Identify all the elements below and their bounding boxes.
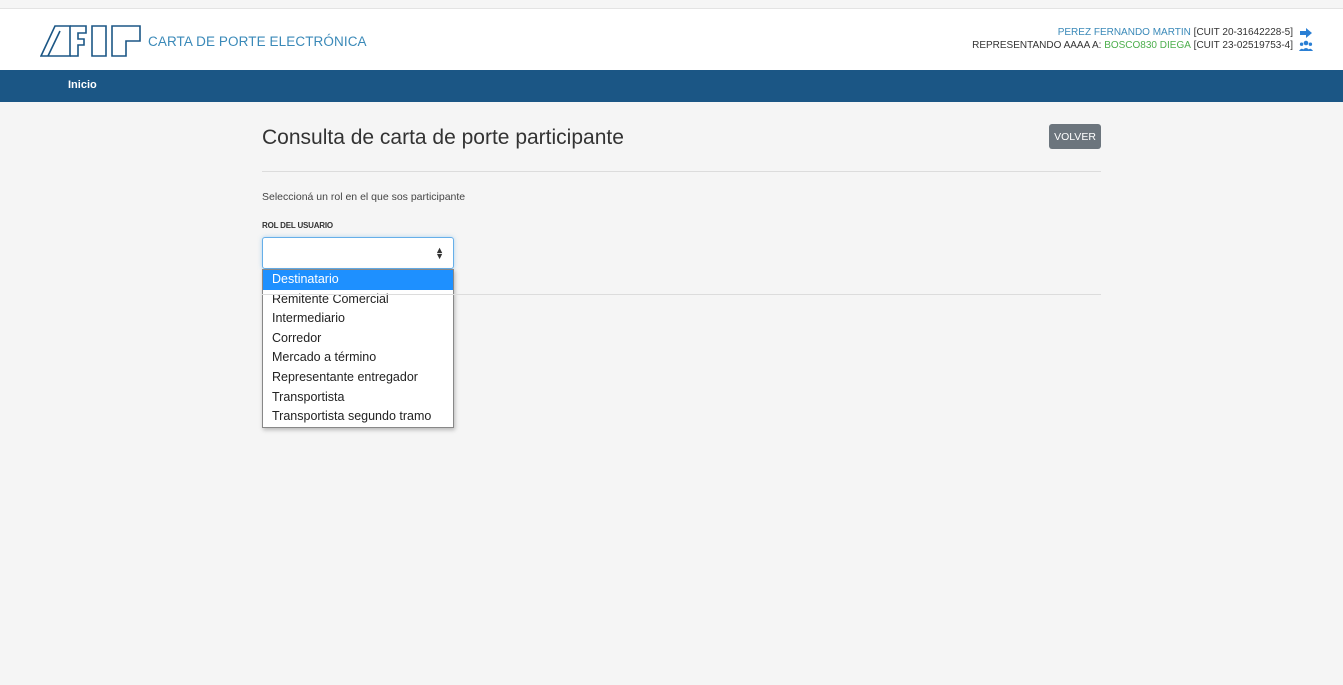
- afip-logo[interactable]: [40, 25, 144, 57]
- role-option-destinatario[interactable]: Destinatario: [263, 270, 453, 290]
- role-option-transportista[interactable]: Transportista: [263, 388, 453, 408]
- main-navbar: Inicio: [0, 70, 1343, 102]
- divider: [262, 294, 1101, 295]
- role-option-remitente-comercial[interactable]: Remitente Comercial: [263, 290, 453, 310]
- users-icon[interactable]: [1299, 40, 1313, 52]
- logout-icon[interactable]: [1299, 27, 1313, 39]
- role-dropdown-list: Destinatario Remitente Comercial Interme…: [262, 269, 454, 428]
- role-option-representante-entregador[interactable]: Representante entregador: [263, 368, 453, 388]
- back-button[interactable]: VOLVER: [1049, 124, 1101, 149]
- app-header: CARTA DE PORTE ELECTRÓNICA PEREZ FERNAND…: [0, 8, 1343, 78]
- role-field-label: ROL DEL USUARIO: [262, 221, 333, 230]
- role-option-corredor[interactable]: Corredor: [263, 329, 453, 349]
- role-option-transportista-segundo-tramo[interactable]: Transportista segundo tramo: [263, 407, 453, 427]
- user-cuit: [CUIT 20-31642228-5]: [1193, 27, 1293, 38]
- nav-home-link[interactable]: Inicio: [68, 79, 97, 91]
- user-info: PEREZ FERNANDO MARTIN [CUIT 20-31642228-…: [972, 26, 1313, 52]
- role-select[interactable]: ▲ ▼: [262, 237, 454, 269]
- represent-prefix: REPRESENTANDO AAAA A:: [972, 40, 1102, 51]
- represented-name: BOSCO830 DIEGA: [1104, 40, 1191, 51]
- role-option-mercado-a-termino[interactable]: Mercado a término: [263, 348, 453, 368]
- app-title: CARTA DE PORTE ELECTRÓNICA: [148, 34, 367, 49]
- user-name: PEREZ FERNANDO MARTIN: [1057, 27, 1191, 38]
- divider: [262, 171, 1101, 172]
- page-title: Consulta de carta de porte participante: [262, 126, 624, 149]
- role-option-intermediario[interactable]: Intermediario: [263, 309, 453, 329]
- select-arrows-icon: ▲ ▼: [435, 245, 444, 261]
- represented-cuit: [CUIT 23-02519753-4]: [1193, 40, 1293, 51]
- instructions-text: Seleccioná un rol en el que sos particip…: [262, 191, 466, 203]
